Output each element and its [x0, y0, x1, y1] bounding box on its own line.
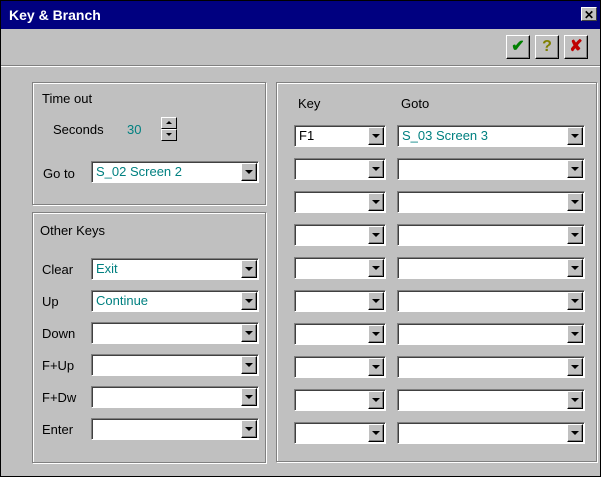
seconds-label: Seconds [53, 122, 104, 137]
other-keys-group: Other Keys Clear Exit Up Continue Down F+Up F+… [32, 212, 266, 463]
chevron-down-icon[interactable] [368, 325, 384, 343]
chevron-down-icon[interactable] [241, 420, 257, 438]
chevron-down-icon[interactable] [368, 193, 384, 211]
question-icon: ? [542, 38, 552, 55]
title-bar: Key & Branch ✕ [1, 1, 600, 29]
key-dropdown[interactable] [294, 191, 386, 213]
key-value: F1 [299, 128, 315, 143]
chevron-down-icon[interactable] [368, 424, 384, 442]
chevron-down-icon[interactable] [368, 127, 384, 145]
other-key-dropdown[interactable] [91, 354, 259, 376]
chevron-down-icon[interactable] [368, 259, 384, 277]
key-branch-dialog: Key & Branch ✕ ✔ ? ✘ Time out Seconds 30… [0, 0, 601, 477]
goto-label: Go to [43, 166, 75, 181]
help-button[interactable]: ? [535, 35, 559, 59]
goto-dropdown[interactable] [397, 323, 585, 345]
chevron-down-icon[interactable] [567, 127, 583, 145]
key-dropdown[interactable] [294, 257, 386, 279]
chevron-down-icon[interactable] [241, 356, 257, 374]
key-dropdown[interactable]: F1 [294, 125, 386, 147]
key-dropdown[interactable] [294, 389, 386, 411]
other-key-label: Enter [42, 422, 74, 437]
ok-button[interactable]: ✔ [506, 35, 530, 59]
goto-dropdown[interactable] [397, 290, 585, 312]
goto-dropdown[interactable] [397, 191, 585, 213]
other-key-label: F+Up [42, 358, 75, 373]
window-title: Key & Branch [9, 7, 101, 23]
seconds-spinner[interactable] [161, 117, 177, 141]
other-key-dropdown[interactable]: Continue [91, 290, 259, 312]
other-key-dropdown[interactable] [91, 386, 259, 408]
chevron-down-icon[interactable] [567, 391, 583, 409]
other-key-label: Up [42, 294, 59, 309]
chevron-down-icon[interactable] [567, 226, 583, 244]
other-key-label: Clear [42, 262, 74, 277]
chevron-down-icon[interactable] [368, 292, 384, 310]
chevron-down-icon[interactable] [241, 388, 257, 406]
chevron-down-icon[interactable] [567, 259, 583, 277]
key-dropdown[interactable] [294, 323, 386, 345]
close-icon[interactable]: ✕ [581, 7, 597, 22]
other-key-value: Continue [96, 293, 149, 308]
other-key-dropdown[interactable] [91, 418, 259, 440]
goto-dropdown[interactable] [397, 389, 585, 411]
key-column-header: Key [298, 96, 321, 111]
key-dropdown[interactable] [294, 290, 386, 312]
chevron-down-icon[interactable] [368, 391, 384, 409]
key-goto-group: Key Goto F1 S_03 Screen 3 [276, 82, 597, 462]
key-dropdown[interactable] [294, 158, 386, 180]
chevron-down-icon[interactable] [567, 358, 583, 376]
chevron-down-icon[interactable] [241, 163, 257, 181]
seconds-value: 30 [127, 122, 142, 137]
goto-dropdown[interactable] [397, 224, 585, 246]
goto-column-header: Goto [401, 96, 430, 111]
goto-dropdown[interactable]: S_03 Screen 3 [397, 125, 585, 147]
other-key-dropdown[interactable] [91, 322, 259, 344]
goto-value: S_03 Screen 3 [402, 128, 489, 143]
cancel-button[interactable]: ✘ [564, 35, 588, 59]
key-dropdown[interactable] [294, 422, 386, 444]
key-dropdown[interactable] [294, 224, 386, 246]
goto-dropdown[interactable] [397, 356, 585, 378]
spin-up-icon[interactable] [161, 117, 177, 129]
other-keys-group-label: Other Keys [40, 223, 106, 238]
other-key-dropdown[interactable]: Exit [91, 258, 259, 280]
chevron-down-icon[interactable] [567, 160, 583, 178]
chevron-down-icon[interactable] [567, 292, 583, 310]
chevron-down-icon[interactable] [567, 325, 583, 343]
chevron-down-icon[interactable] [567, 193, 583, 211]
checkmark-icon: ✔ [511, 38, 525, 55]
goto-dropdown[interactable] [397, 422, 585, 444]
other-key-value: Exit [96, 261, 118, 276]
chevron-down-icon[interactable] [241, 260, 257, 278]
other-key-label: F+Dw [42, 390, 77, 405]
goto-dropdown[interactable] [397, 158, 585, 180]
chevron-down-icon[interactable] [567, 424, 583, 442]
other-key-label: Down [42, 326, 76, 341]
toolbar: ✔ ? ✘ [1, 29, 600, 66]
goto-dropdown[interactable] [397, 257, 585, 279]
chevron-down-icon[interactable] [368, 226, 384, 244]
timeout-group: Time out Seconds 30 Go to S_02 Screen 2 [32, 82, 266, 205]
chevron-down-icon[interactable] [368, 160, 384, 178]
timeout-goto-dropdown[interactable]: S_02 Screen 2 [91, 161, 259, 183]
timeout-goto-value: S_02 Screen 2 [96, 164, 183, 179]
key-dropdown[interactable] [294, 356, 386, 378]
timeout-group-label: Time out [42, 91, 93, 106]
cross-icon: ✘ [569, 38, 583, 55]
chevron-down-icon[interactable] [241, 324, 257, 342]
chevron-down-icon[interactable] [368, 358, 384, 376]
chevron-down-icon[interactable] [241, 292, 257, 310]
spin-down-icon[interactable] [161, 129, 177, 141]
